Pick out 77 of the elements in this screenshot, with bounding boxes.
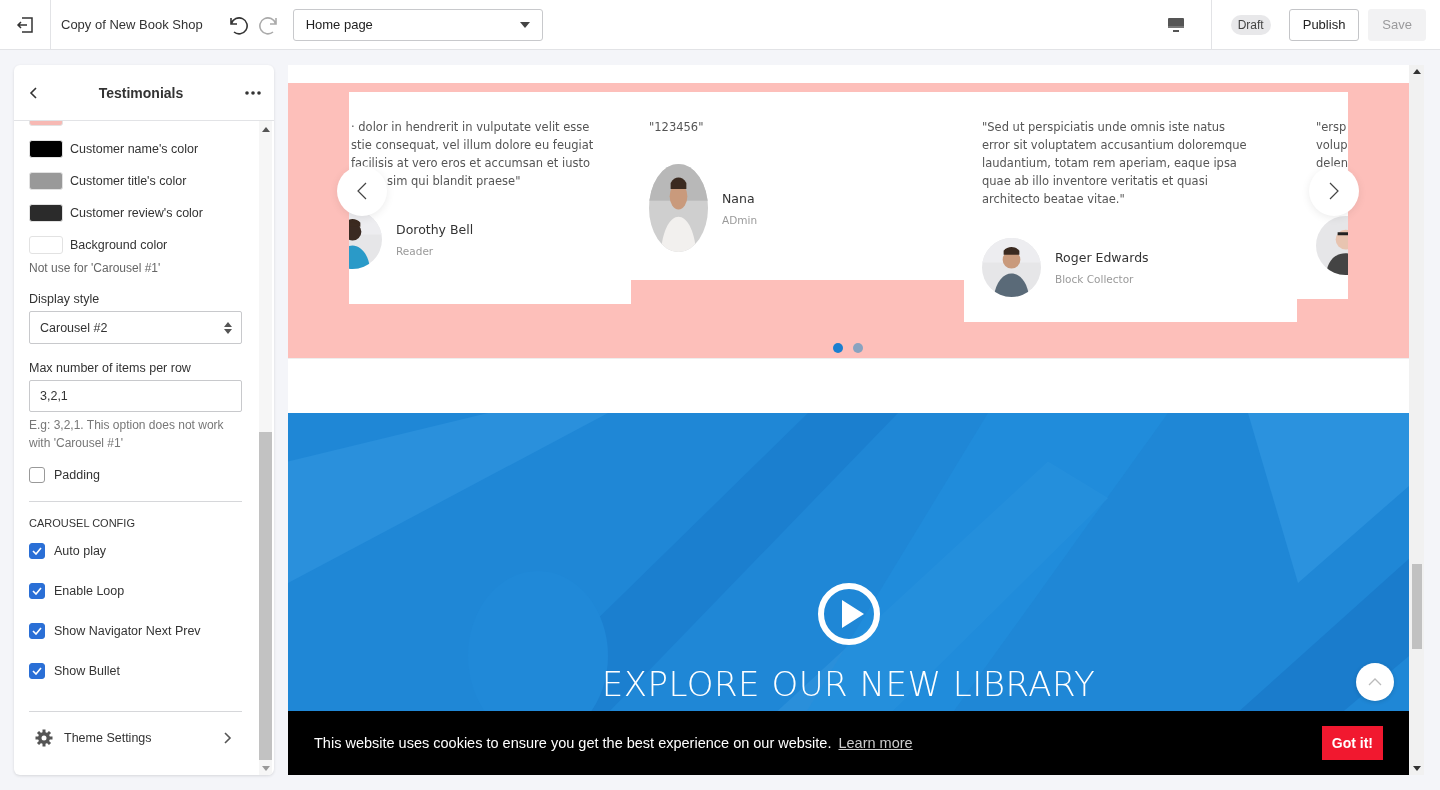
panel-title: Testimonials <box>98 84 184 101</box>
display-style-select[interactable]: Carousel #2 <box>29 311 242 344</box>
color-label: Background color <box>70 238 168 252</box>
customer-name: Nana <box>722 190 756 206</box>
cookie-message: This website uses cookies to ensure you get the best experience on our website. <box>314 735 832 751</box>
customer-title: Block Collector <box>1055 273 1135 285</box>
theme-settings-button[interactable]: Theme Settings <box>29 712 242 764</box>
customer-name: Roger Edwards <box>1055 250 1149 265</box>
checkbox-label: Enable Loop <box>54 584 125 598</box>
items-per-row-field[interactable]: 3,2,1 <box>29 380 242 412</box>
quote-line: laudantium, totam rem aperiam, eaque ipsa <box>982 155 1238 172</box>
check-icon <box>32 547 42 555</box>
option-checkbox[interactable] <box>29 663 45 679</box>
checkbox-label: Show Bullet <box>54 664 120 678</box>
more-icon[interactable] <box>245 90 261 95</box>
scroll-thumb[interactable] <box>1411 564 1422 649</box>
checkbox-label: Show Navigator Next Prev <box>54 624 201 638</box>
scrollbar[interactable] <box>1409 65 1424 775</box>
carousel-bullet[interactable] <box>833 343 843 353</box>
quote-line: volup <box>1316 137 1348 154</box>
color-swatch[interactable] <box>29 140 63 158</box>
help-text: E.g: 3,2,1. This option does not work with 'Carousel #1' <box>29 417 225 452</box>
chevron-left-icon <box>357 182 367 200</box>
status-badge: Draft <box>1230 14 1271 35</box>
customer-name: Dorothy Bell <box>396 222 474 237</box>
back-icon[interactable] <box>29 86 37 99</box>
padding-checkbox[interactable] <box>29 467 45 483</box>
settings-icon <box>35 729 53 747</box>
quote-line: delen <box>1316 155 1348 172</box>
updown-icon <box>224 321 232 334</box>
color-swatch[interactable] <box>29 236 63 254</box>
field-label: Max number of items per row <box>29 361 192 375</box>
scroll-up-icon[interactable] <box>1412 69 1421 74</box>
quote-line: error sit voluptatem accusantium doloremque <box>982 137 1248 154</box>
quote-line: sim qui blandit praese" <box>386 173 522 190</box>
chevron-right-icon <box>1329 182 1339 200</box>
check-icon <box>32 587 42 595</box>
quote-line: architecto beatae vitae." <box>982 191 1126 208</box>
option-checkbox[interactable] <box>29 583 45 599</box>
chevron-icon <box>224 732 232 744</box>
section-heading: EXPLORE OUR NEW LIBRARY <box>601 664 1096 704</box>
scroll-up-icon[interactable] <box>261 127 270 132</box>
field-label: Display style <box>29 292 101 306</box>
quote-line: "123456" <box>649 119 705 136</box>
color-label: Customer name's color <box>70 142 199 156</box>
scroll-thumb[interactable] <box>259 432 272 760</box>
chevron-up-icon <box>1368 678 1382 686</box>
customer-title: ADmin <box>722 213 758 226</box>
check-icon <box>32 627 42 635</box>
help-text: Not use for 'Carousel #1' <box>29 261 162 275</box>
site-title: Copy of New Book Shop <box>61 17 203 32</box>
option-checkbox[interactable] <box>29 623 45 639</box>
color-swatch[interactable] <box>29 172 63 190</box>
quote-line: quae ab illo inventore veritatis et quasi <box>982 173 1209 190</box>
option-checkbox[interactable] <box>29 543 45 559</box>
color-label: Customer review's color <box>70 206 203 220</box>
section-heading: CAROUSEL CONFIG <box>29 517 136 529</box>
play-icon[interactable] <box>816 582 881 646</box>
checkbox-label: Padding <box>54 468 100 482</box>
desktop-icon[interactable] <box>1166 16 1185 33</box>
publish-button[interactable]: Publish <box>1288 8 1360 41</box>
quote-line: facilisis at vero eros et accumsan et iusto <box>351 155 591 172</box>
checkbox-label: Auto play <box>54 544 107 558</box>
accept-button[interactable]: Got it! <box>1321 726 1383 760</box>
page-select[interactable]: Home page <box>292 8 543 41</box>
quote-line: stie consequat, vel illum dolore eu feugiat <box>351 137 595 154</box>
learn-more-link[interactable]: Learn more <box>838 735 913 751</box>
quote-line: · dolor in hendrerit in vulputate velit esse <box>351 119 591 136</box>
check-icon <box>32 667 42 675</box>
caret-icon <box>519 21 530 28</box>
scroll-down-icon[interactable] <box>1412 766 1421 771</box>
scrollbar[interactable] <box>259 121 272 775</box>
color-swatch[interactable] <box>29 204 63 222</box>
quote-line: "ersp <box>1316 119 1348 136</box>
quote-line: "Sed ut perspiciatis unde omnis iste natus <box>982 119 1227 136</box>
color-label: Customer title's color <box>70 174 187 188</box>
customer-title: Reader <box>396 245 435 257</box>
